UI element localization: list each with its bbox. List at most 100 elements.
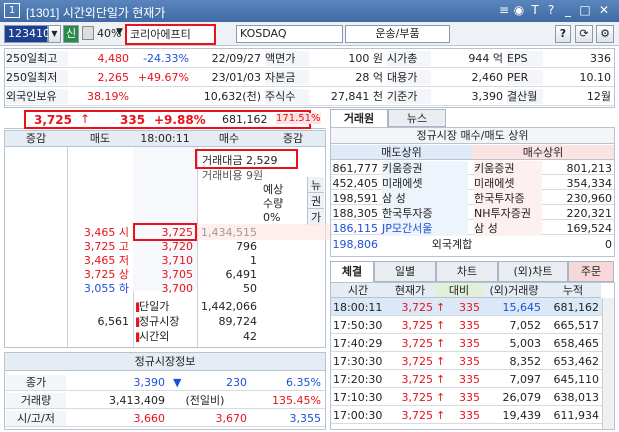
trade-price-2: 3,725 (401, 337, 434, 350)
market-field: KOSDAQ (236, 25, 343, 43)
trades-tab-0[interactable]: 체결 (330, 261, 374, 282)
trades-header-1: 현재가 (385, 283, 435, 298)
side-tab-news[interactable]: 뉴 (308, 177, 324, 193)
info-label-4: 결산월 (507, 89, 543, 104)
trade-volume-2: 5,003 (509, 337, 542, 350)
trade-time-3: 17:30:30 (333, 355, 383, 368)
regular-v3-2: 3,355 (289, 412, 322, 425)
info-label-3: 기준가 (387, 89, 431, 104)
regular-v3-0: 6.35% (286, 376, 321, 389)
broker-buy-name-0[interactable]: 키움증권 (474, 161, 542, 176)
current-price: 3,725 (34, 113, 72, 127)
help-icon[interactable]: ? (544, 3, 558, 18)
maximize-icon[interactable]: □ (578, 3, 592, 18)
refresh-icon[interactable]: ⟳ (575, 25, 593, 43)
broker-sell-qty-3: 188,305 (332, 207, 379, 220)
broker-buy-name-1[interactable]: 미래에셋 (474, 176, 542, 191)
trade-price-1: 3,725 (401, 319, 434, 332)
broker-sell-name-0[interactable]: 키움증권 (382, 161, 468, 176)
qty-label: 수량 (263, 197, 284, 210)
ob-price-2[interactable]: 3,710 (133, 253, 194, 268)
side-tab-rights[interactable]: 권 (308, 193, 324, 209)
minimize-icon[interactable]: _ (561, 3, 575, 18)
trades-header-2: 대비 (435, 283, 483, 298)
ob-price-4[interactable]: 3,700 (133, 281, 194, 296)
tab-broker[interactable]: 거래원 (330, 109, 388, 127)
regular-label-1: 거래량 (6, 393, 66, 408)
ob-bid-qty-1: 796 (236, 240, 257, 253)
info-value-3: 100 원 (348, 52, 383, 65)
trade-price-4: 3,725 (401, 373, 434, 386)
broker-panel: 거래원 뉴스 정규시장 매수/매도 상위 매도상위 매수상위 861,777 키… (330, 109, 615, 259)
info-label-2: 액면가 (265, 51, 309, 66)
trade-cumulative-4: 645,110 (553, 373, 600, 386)
info-date: 10,632(천) (203, 90, 261, 103)
search-button[interactable]: 신 (63, 25, 79, 43)
foreign-total-label: 외국계합 (431, 238, 473, 251)
side-tab-price[interactable]: 가 (308, 209, 324, 225)
trade-time-1: 17:50:30 (333, 319, 383, 332)
foreign-buy-total: 0 (605, 238, 612, 251)
info-label-2: 주식수 (265, 89, 309, 104)
side-tab-strip: 뉴 권 가 (307, 177, 324, 225)
ob-stat-1: 3,725 고 (83, 240, 129, 253)
trade-volume-3: 8,352 (509, 355, 542, 368)
trades-header-0: 시간 (331, 283, 385, 298)
info-label-1: 250일최저 (6, 70, 68, 85)
title-bar: 1 [1301] 시간외단일가 현재가 ≡ ◉ T ? _ □ ✕ (0, 0, 619, 22)
price-change: 335 (120, 113, 146, 127)
code-dropdown-icon[interactable]: ▼ (48, 25, 61, 43)
trade-change-0: 335 (459, 301, 480, 314)
broker-buy-qty-1: 354,334 (566, 177, 613, 190)
trades-tab-4[interactable]: 주문 (568, 261, 614, 282)
broker-sell-name-1[interactable]: 미래에셋 (382, 176, 468, 191)
stock-name-field[interactable]: 코리아에프티 (125, 24, 216, 45)
trades-tab-1[interactable]: 일별 (374, 261, 436, 282)
ob-stat-0: 3,465 시 (83, 226, 129, 239)
close-icon[interactable]: ✕ (597, 3, 611, 18)
regular-v3-1: 135.45% (272, 394, 321, 407)
info-label-2: 자본금 (265, 70, 309, 85)
trades-scrollbar[interactable] (602, 298, 614, 429)
info-value-2: -24.33% (143, 52, 189, 65)
trade-price-0: 3,725 (401, 301, 434, 314)
broker-buy-name-4[interactable]: 삼 성 (474, 221, 542, 236)
text-size-icon[interactable]: T (528, 3, 542, 18)
help-button[interactable]: ? (555, 25, 571, 43)
broker-sell-name-4[interactable]: JP모간서울 (382, 221, 468, 236)
info-value-1: 4,480 (97, 52, 130, 65)
ob-bid-qty-2: 1 (250, 254, 257, 267)
grid-icon[interactable] (82, 26, 94, 40)
header-change-left: 증감 (25, 132, 47, 145)
percent-dropdown-icon[interactable]: ▼ (116, 27, 123, 37)
trade-volume-6: 19,439 (502, 409, 542, 422)
info-value-3: 27,841 천 (330, 90, 383, 103)
settings-icon[interactable]: ⚙ (596, 25, 614, 43)
ob-stat-3: 3,725 상 (83, 268, 129, 281)
window-number: 1 (4, 3, 20, 18)
regular-label-0: 종가 (6, 375, 66, 390)
regular-v1-0: 3,390 (133, 376, 166, 389)
tab-news[interactable]: 뉴스 (388, 109, 446, 127)
broker-buy-qty-3: 220,321 (566, 207, 613, 220)
stock-code-input[interactable]: 123410 (4, 25, 50, 43)
ob-price-1[interactable]: 3,720 (133, 239, 194, 254)
regular-v1-1: 3,413,409 (109, 394, 165, 407)
broker-sell-name-2[interactable]: 삼 성 (382, 191, 468, 206)
pin-icon[interactable]: ◉ (512, 3, 526, 18)
down-arrow-icon: ▼ (173, 376, 182, 389)
regular-market-title: 정규시장정보 (5, 353, 325, 371)
trade-time-0: 18:00:11 (333, 301, 383, 314)
trade-time-4: 17:20:30 (333, 373, 383, 386)
broker-sell-name-3[interactable]: 한국투자증 (382, 206, 468, 221)
broker-buy-name-2[interactable]: 한국투자증 (474, 191, 542, 206)
broker-buy-name-3[interactable]: NH투자증권 (474, 206, 542, 221)
trade-cumulative-0: 681,162 (553, 301, 600, 314)
trade-volume-5: 26,079 (502, 391, 542, 404)
link-icon[interactable]: ≡ (497, 3, 511, 18)
trades-tab-3[interactable]: (외)차트 (498, 261, 568, 282)
trades-tab-2[interactable]: 차트 (436, 261, 498, 282)
trade-change-4: 335 (459, 373, 480, 386)
info-label-1: 외국인보유 (6, 89, 68, 104)
ob-price-3[interactable]: 3,705 (133, 267, 194, 282)
